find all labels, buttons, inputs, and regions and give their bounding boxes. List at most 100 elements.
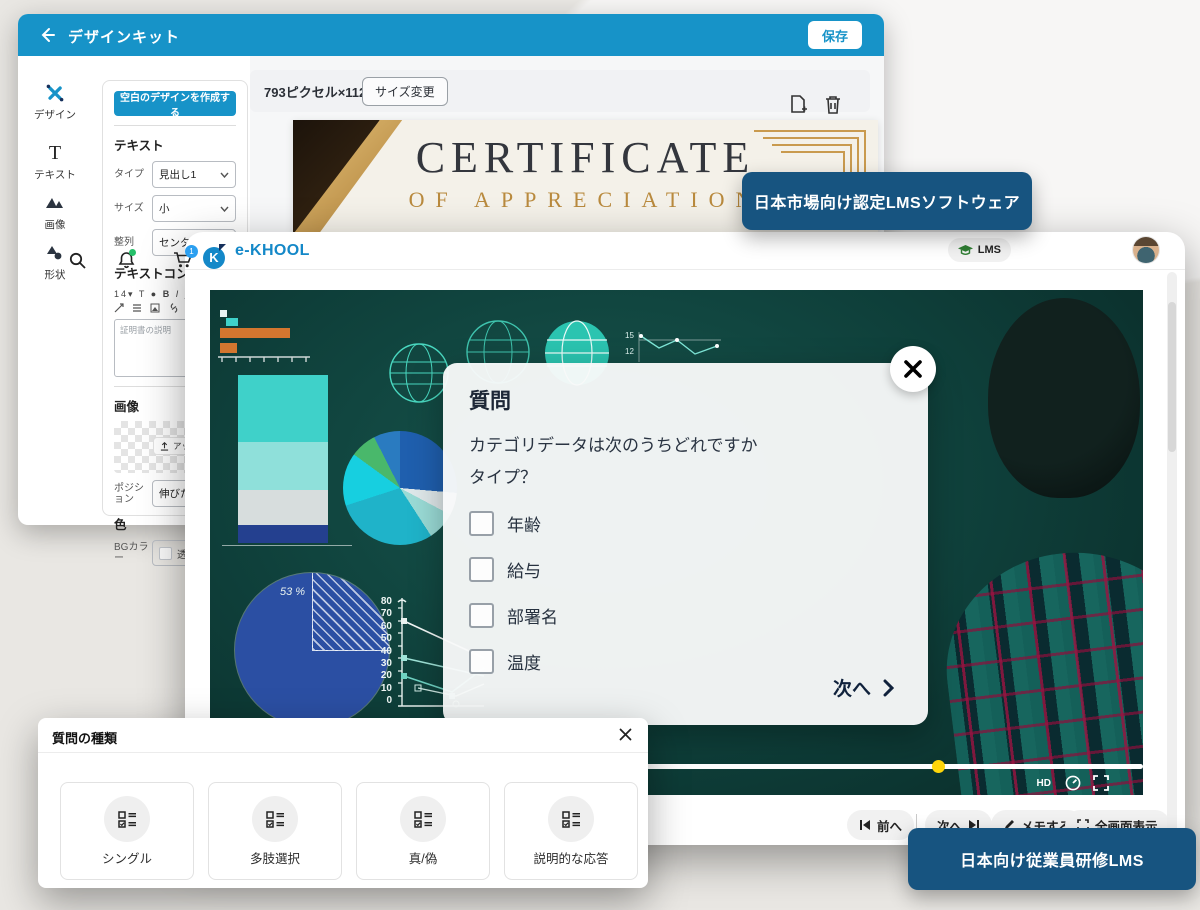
badge-certified-lms: 日本市場向け認定LMSソフトウェア [742, 172, 1032, 230]
close-icon[interactable] [619, 728, 632, 741]
text-section-heading: テキスト [114, 135, 236, 154]
type-select[interactable]: 見出し1 [152, 161, 236, 188]
certificate-corner-decor-left [293, 120, 433, 250]
video-progress-handle[interactable] [932, 760, 945, 773]
scrollbar-thumb[interactable] [1168, 302, 1176, 452]
quiz-option-row[interactable]: 部署名 [469, 603, 558, 628]
hd-badge[interactable]: HD [1037, 778, 1051, 789]
cart-icon[interactable]: 1 [173, 251, 193, 269]
size-select[interactable]: 小 [152, 195, 236, 222]
spark-label-2: 12 [625, 347, 634, 356]
divider [114, 125, 236, 126]
type-card-label: 多肢選択 [209, 848, 341, 867]
fullscreen-icon[interactable] [1093, 775, 1109, 791]
scrollbar[interactable] [1167, 272, 1177, 841]
globe-wireframe-icon [388, 342, 450, 404]
list-icon[interactable] [132, 303, 142, 313]
quiz-option-label: 給与 [507, 557, 541, 582]
video-sparkline: 15 12 [625, 328, 725, 366]
add-page-icon[interactable] [788, 94, 808, 116]
quiz-option-row[interactable]: 給与 [469, 557, 541, 582]
design-tools-icon [22, 82, 88, 104]
quiz-option-label: 部署名 [507, 603, 558, 628]
checkbox-icon [159, 547, 172, 560]
sketch-pie-label: 53 % [280, 586, 305, 598]
notifications-bell-icon[interactable] [118, 251, 135, 269]
notification-dot [129, 249, 136, 256]
select-value: 見出し1 [159, 167, 196, 182]
sidebar-item-label: 画像 [45, 219, 66, 231]
bold-button[interactable]: B [163, 289, 172, 299]
sidebar-item-label: テキスト [34, 169, 76, 181]
ekhool-logo-icon[interactable]: K [203, 247, 225, 269]
type-card-label: シングル [61, 848, 193, 867]
quiz-question-line1: カテゴリデータは次のうちどれですか [469, 431, 758, 456]
field-label: BGカラー [114, 542, 152, 564]
field-label: サイズ [114, 203, 152, 214]
field-row-type: タイプ 見出し1 [114, 161, 236, 188]
quiz-option-row[interactable]: 温度 [469, 649, 541, 674]
avatar[interactable] [1133, 237, 1159, 263]
quiz-next-button[interactable]: 次へ [833, 674, 894, 701]
presenter-plaid-shirt [933, 537, 1143, 795]
type-card-label: 説明的な応答 [505, 848, 637, 867]
checkbox-icon[interactable] [469, 649, 494, 674]
field-label: 整列 [114, 237, 152, 248]
trash-icon[interactable] [824, 94, 842, 116]
select-value: 小 [159, 201, 170, 216]
back-icon[interactable] [38, 26, 56, 44]
prev-button[interactable]: 前へ [847, 810, 914, 840]
checkbox-icon[interactable] [469, 603, 494, 628]
link-icon[interactable] [168, 303, 180, 313]
upload-icon [160, 442, 169, 451]
badge-employee-training-lms: 日本向け従業員研修LMS [908, 828, 1196, 890]
line-chart-y-axis: 8070 6050 4030 2010 0 [362, 596, 392, 708]
search-icon[interactable] [69, 252, 86, 269]
type-card-single[interactable]: シングル [60, 782, 194, 880]
quiz-option-label: 年齢 [507, 511, 541, 536]
create-blank-design-button[interactable]: 空白のデザインを作成する [114, 91, 236, 116]
checklist-icon [252, 796, 298, 842]
sidebar-item-text[interactable]: T テキスト [22, 142, 88, 182]
checkbox-icon[interactable] [469, 557, 494, 582]
prev-label: 前へ [877, 816, 902, 835]
font-size-value[interactable]: 14 [114, 289, 128, 299]
type-card-descriptive[interactable]: 説明的な応答 [504, 782, 638, 880]
image-icon [22, 192, 88, 214]
spark-label-1: 15 [625, 331, 634, 340]
column-axis [222, 545, 352, 546]
cart-count-badge: 1 [185, 245, 198, 258]
design-kit-header: デザインキット 保存 [18, 14, 884, 56]
lms-pill-label: LMS [978, 244, 1001, 256]
color-dot-button[interactable]: ● [151, 289, 158, 299]
resize-button[interactable]: サイズ変更 [362, 77, 448, 106]
question-types-modal: 質問の種類 シングル 多肢選択 真/偽 説明的な応答 [38, 718, 648, 888]
text-style-button[interactable]: T [139, 289, 146, 299]
video-pie-chart [343, 431, 457, 545]
quiz-close-button[interactable] [890, 346, 936, 392]
field-row-size: サイズ 小 [114, 195, 236, 222]
checkbox-icon[interactable] [469, 511, 494, 536]
ekhool-logo-text[interactable]: e-KHOOL [235, 242, 310, 260]
question-types-title: 質問の種類 [52, 728, 117, 747]
quiz-option-row[interactable]: 年齢 [469, 511, 541, 536]
close-icon [903, 359, 923, 379]
sidebar-item-design[interactable]: デザイン [22, 82, 88, 122]
quiz-title: 質問 [469, 385, 511, 415]
lms-mode-pill[interactable]: LMS [948, 238, 1011, 262]
playback-speed-icon[interactable] [1065, 775, 1081, 791]
video-stacked-column [238, 375, 328, 543]
italic-button[interactable]: I [176, 289, 181, 299]
checklist-icon [400, 796, 446, 842]
design-kit-title: デザインキット [68, 26, 180, 47]
field-label: タイプ [114, 169, 152, 180]
text-icon: T [22, 142, 88, 164]
resize-arrow-icon[interactable] [114, 303, 124, 313]
type-card-truefalse[interactable]: 真/偽 [356, 782, 490, 880]
checklist-icon [104, 796, 150, 842]
type-card-multiple[interactable]: 多肢選択 [208, 782, 342, 880]
sidebar-item-image[interactable]: 画像 [22, 192, 88, 232]
save-button[interactable]: 保存 [808, 21, 862, 49]
chevron-down-icon [220, 172, 229, 178]
insert-image-icon[interactable] [150, 303, 160, 313]
